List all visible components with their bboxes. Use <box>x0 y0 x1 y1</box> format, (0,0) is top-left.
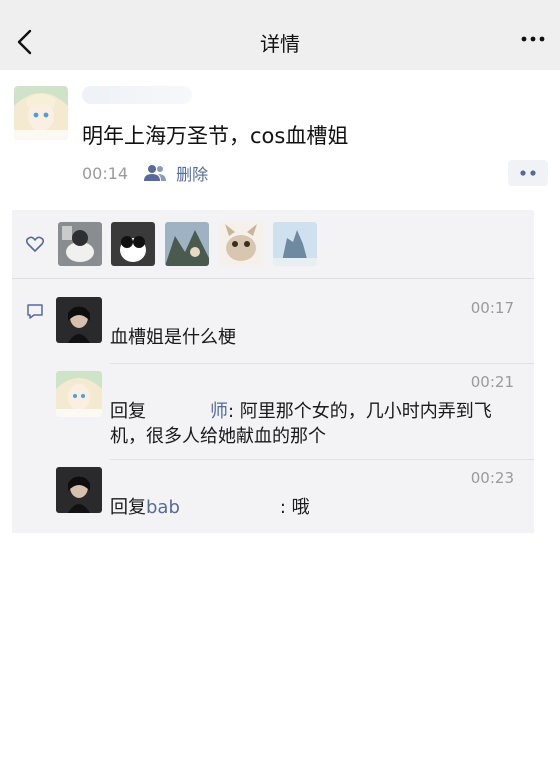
like-avatar[interactable] <box>58 222 102 266</box>
comment-text: 回复bab : 哦 <box>110 495 520 520</box>
avatar[interactable] <box>56 371 102 417</box>
reply-prefix: 回复 <box>110 497 146 518</box>
page-title: 详情 <box>260 32 300 56</box>
comment-divider <box>110 363 534 364</box>
moment-post: 明年上海万圣节，cos血槽姐 00:14 删除 <box>0 70 560 210</box>
delete-link[interactable]: 删除 <box>176 161 208 185</box>
comment-text: 回复 师: 阿里那个女的，几小时内弄到飞机，很多人给她献血的那个 <box>110 399 520 449</box>
more-dots-icon[interactable] <box>520 32 546 46</box>
comment-text: 血槽姐是什么梗 <box>110 327 236 348</box>
navigation-bar: 详情 <box>0 0 560 70</box>
name-redacted <box>146 405 210 419</box>
avatar[interactable] <box>14 86 68 140</box>
comment-time: 00:17 <box>470 299 514 317</box>
avatar[interactable] <box>56 297 102 343</box>
like-avatar[interactable] <box>111 222 155 266</box>
name-redacted <box>179 501 280 515</box>
like-avatar[interactable] <box>219 222 263 266</box>
heart-icon <box>26 236 44 252</box>
post-time: 00:14 <box>82 163 129 183</box>
reply-to-name[interactable]: 师 <box>210 401 228 422</box>
reply-body: : 哦 <box>279 497 310 518</box>
like-avatar[interactable] <box>273 222 317 266</box>
comments-panel: 00:17 血槽姐是什么梗 00:21 回复 师: 阿里那个女的，几小时内弄到飞机… <box>12 279 534 533</box>
reply-to-name[interactable]: bab <box>146 497 180 518</box>
reply-prefix: 回复 <box>110 401 146 422</box>
comment-bubble-icon <box>27 304 43 319</box>
like-avatar[interactable] <box>165 222 209 266</box>
comment-divider <box>110 459 534 460</box>
comment-item[interactable]: 00:17 血槽姐是什么梗 <box>56 297 522 367</box>
people-icon <box>144 165 167 181</box>
likes-panel <box>12 210 534 278</box>
post-meta: 00:14 删除 <box>82 161 208 185</box>
comment-dots-icon <box>520 170 536 176</box>
author-name-redacted <box>82 86 192 104</box>
comment-button[interactable] <box>508 160 548 186</box>
post-text: 明年上海万圣节，cos血槽姐 <box>82 124 349 148</box>
comment-item[interactable]: 00:23 回复bab : 哦 <box>56 467 522 527</box>
comment-item[interactable]: 00:21 回复 师: 阿里那个女的，几小时内弄到飞机，很多人给她献血的那个 <box>56 371 522 459</box>
avatar[interactable] <box>56 467 102 513</box>
comment-time: 00:21 <box>470 373 514 391</box>
comment-time: 00:23 <box>470 469 514 487</box>
